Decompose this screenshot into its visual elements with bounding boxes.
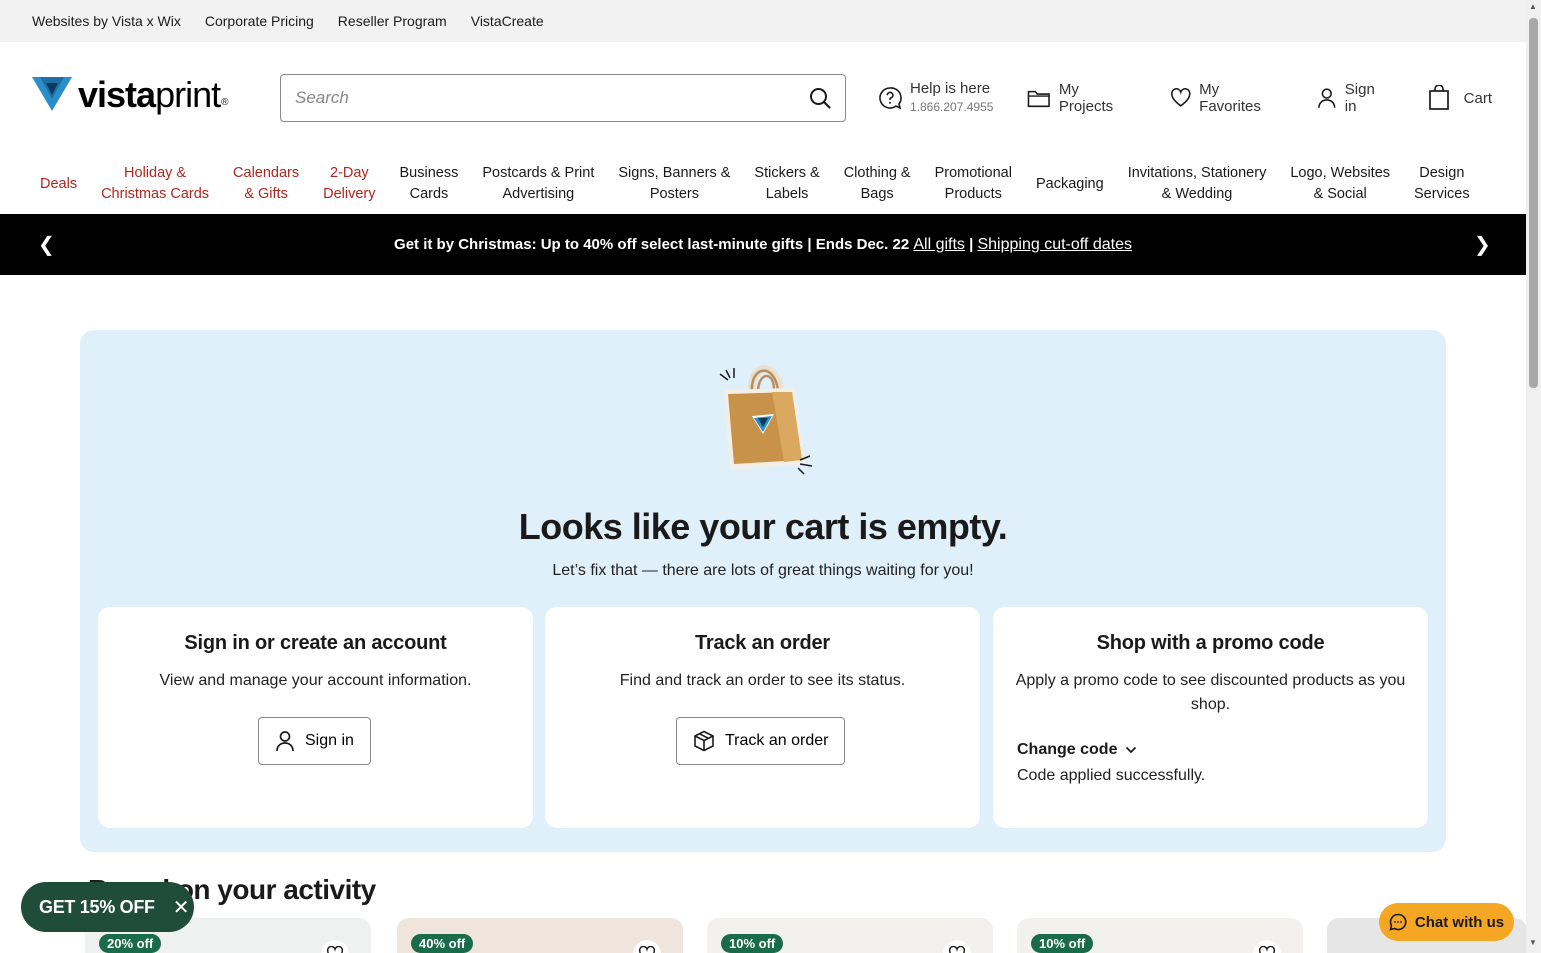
sign-in-card: Sign in or create an account View and ma… bbox=[98, 607, 533, 828]
track-order-card-title: Track an order bbox=[694, 632, 831, 654]
page: Websites by Vista x Wix Corporate Pricin… bbox=[0, 0, 1526, 953]
user-icon bbox=[276, 731, 294, 752]
nav-packaging[interactable]: Packaging bbox=[1024, 174, 1116, 195]
promo-banner: ❮ Get it by Christmas: Up to 40% off sel… bbox=[0, 214, 1526, 275]
discount-badge: 10% off bbox=[721, 934, 784, 953]
nav-holiday-cards[interactable]: Holiday & Christmas Cards bbox=[89, 163, 221, 205]
nav-signs-banners[interactable]: Signs, Banners & Posters bbox=[606, 163, 742, 205]
card-sign-in-button[interactable]: Sign in bbox=[258, 717, 371, 765]
product-card[interactable]: 10% off bbox=[707, 918, 993, 953]
chat-button[interactable]: Chat with us bbox=[1379, 903, 1514, 941]
banner-link-all-gifts[interactable]: All gifts bbox=[913, 236, 965, 253]
cart-button[interactable]: Cart bbox=[1428, 85, 1492, 111]
banner-text: Get it by Christmas: Up to 40% off selec… bbox=[394, 235, 910, 253]
utility-link-wix[interactable]: Websites by Vista x Wix bbox=[32, 13, 181, 29]
discount-offer-label: GET 15% OFF bbox=[39, 896, 155, 917]
vertical-scrollbar[interactable]: ▲ ▼ bbox=[1526, 0, 1541, 953]
chat-bubble-icon bbox=[1389, 913, 1407, 931]
nav-stickers-labels[interactable]: Stickers & Labels bbox=[742, 163, 831, 205]
shopping-bag-illustration bbox=[719, 365, 813, 475]
utility-link-vistacreate[interactable]: VistaCreate bbox=[471, 13, 544, 29]
change-code-label: Change code bbox=[1017, 741, 1118, 758]
favorite-heart-icon[interactable] bbox=[633, 940, 661, 953]
nav-clothing-bags[interactable]: Clothing & Bags bbox=[832, 163, 923, 205]
empty-cart-title: Looks like your cart is empty. bbox=[518, 506, 1008, 547]
scroll-thumb[interactable] bbox=[1529, 18, 1538, 388]
promo-card-text: Apply a promo code to see discounted pro… bbox=[1015, 672, 1406, 713]
sign-in-card-text: View and manage your account information… bbox=[159, 672, 472, 689]
help-question-icon bbox=[879, 87, 902, 110]
chevron-left-icon[interactable]: ❮ bbox=[38, 232, 55, 257]
my-favorites-button[interactable]: My Favorites bbox=[1170, 81, 1284, 115]
sign-in-card-title: Sign in or create an account bbox=[184, 632, 447, 654]
help-button[interactable]: Help is here 1.866.207.4955 bbox=[878, 80, 993, 116]
product-card[interactable]: 40% off bbox=[397, 918, 683, 953]
scroll-down-arrow-icon[interactable]: ▼ bbox=[1529, 938, 1537, 947]
package-icon bbox=[694, 730, 714, 752]
chevron-right-icon[interactable]: ❯ bbox=[1474, 232, 1491, 257]
discount-offer-pill[interactable]: GET 15% OFF ✕ bbox=[21, 882, 194, 932]
my-projects-button[interactable]: My Projects bbox=[1027, 81, 1135, 115]
help-phone[interactable]: 1.866.207.4955 bbox=[910, 98, 993, 116]
sign-in-button[interactable]: Sign in bbox=[1317, 81, 1389, 115]
product-card[interactable]: 10% off bbox=[1017, 918, 1303, 953]
track-order-card-text: Find and track an order to see its statu… bbox=[619, 672, 906, 689]
chat-label: Chat with us bbox=[1414, 913, 1505, 931]
promo-code-card: Shop with a promo code Apply a promo cod… bbox=[993, 607, 1428, 828]
discount-badge: 20% off bbox=[99, 934, 162, 953]
card-sign-in-label: Sign in bbox=[305, 732, 354, 749]
logo-text-light: print bbox=[155, 74, 221, 115]
category-nav: Deals Holiday & Christmas Cards Calendars… bbox=[0, 154, 1526, 214]
scroll-up-arrow-icon[interactable]: ▲ bbox=[1529, 2, 1537, 11]
promo-card-title: Shop with a promo code bbox=[1096, 632, 1325, 654]
nav-promotional-products[interactable]: Promotional Products bbox=[923, 163, 1024, 205]
my-projects-label: My Projects bbox=[1058, 81, 1114, 115]
utility-link-reseller[interactable]: Reseller Program bbox=[338, 13, 447, 29]
search-icon[interactable] bbox=[809, 87, 831, 109]
vistaprint-logo[interactable]: vistaprint ® bbox=[32, 74, 228, 116]
nav-2-day-delivery[interactable]: 2-Day Delivery bbox=[311, 163, 387, 205]
utility-bar: Websites by Vista x Wix Corporate Pricin… bbox=[0, 0, 1526, 42]
track-order-card: Track an order Find and track an order t… bbox=[545, 607, 980, 828]
nav-postcards[interactable]: Postcards & Print Advertising bbox=[470, 163, 606, 205]
nav-invitations[interactable]: Invitations, Stationery & Wedding bbox=[1116, 163, 1279, 205]
track-order-label: Track an order bbox=[725, 732, 829, 749]
close-icon[interactable]: ✕ bbox=[173, 895, 190, 920]
search-input[interactable] bbox=[295, 88, 809, 108]
cart-label: Cart bbox=[1463, 89, 1492, 107]
chevron-down-icon bbox=[1126, 746, 1137, 754]
nav-logo-websites[interactable]: Logo, Websites & Social bbox=[1278, 163, 1402, 205]
logo-text-bold: vista bbox=[78, 74, 156, 115]
code-status-text: Code applied successfully. bbox=[1017, 767, 1206, 784]
empty-cart-panel: Looks like your cart is empty. Let’s fix… bbox=[80, 330, 1446, 852]
favorite-heart-icon[interactable] bbox=[943, 940, 971, 953]
favorite-heart-icon[interactable] bbox=[321, 940, 349, 953]
my-favorites-label: My Favorites bbox=[1199, 81, 1261, 115]
help-label: Help is here bbox=[910, 80, 991, 97]
heart-icon bbox=[1170, 88, 1191, 107]
banner-link-shipping-dates[interactable]: Shipping cut-off dates bbox=[977, 236, 1131, 253]
discount-badge: 10% off bbox=[1031, 934, 1094, 953]
nav-calendars-gifts[interactable]: Calendars & Gifts bbox=[221, 163, 311, 205]
track-order-button[interactable]: Track an order bbox=[676, 717, 846, 765]
logo-registered-mark: ® bbox=[221, 96, 229, 108]
user-icon bbox=[1318, 88, 1336, 108]
nav-deals[interactable]: Deals bbox=[32, 174, 89, 195]
empty-cart-subtitle: Let’s fix that — there are lots of great… bbox=[552, 562, 974, 579]
banner-separator: | bbox=[969, 235, 974, 253]
folder-icon bbox=[1028, 90, 1051, 108]
discount-badge: 40% off bbox=[411, 934, 474, 953]
search-box bbox=[280, 74, 846, 122]
header: vistaprint ® Help is here 1.866.207.4955 bbox=[0, 42, 1526, 154]
shopping-bag-icon bbox=[1428, 85, 1449, 110]
nav-business-cards[interactable]: Business Cards bbox=[388, 163, 471, 205]
header-actions: Help is here 1.866.207.4955 My Projects … bbox=[878, 80, 1526, 116]
change-code-toggle[interactable]: Change code bbox=[1017, 741, 1137, 759]
favorite-heart-icon[interactable] bbox=[1253, 940, 1281, 953]
vistaprint-logo-icon bbox=[32, 77, 72, 111]
utility-link-corporate-pricing[interactable]: Corporate Pricing bbox=[205, 13, 314, 29]
nav-design-services[interactable]: Design Services bbox=[1402, 163, 1482, 205]
sign-in-label: Sign in bbox=[1344, 81, 1375, 115]
